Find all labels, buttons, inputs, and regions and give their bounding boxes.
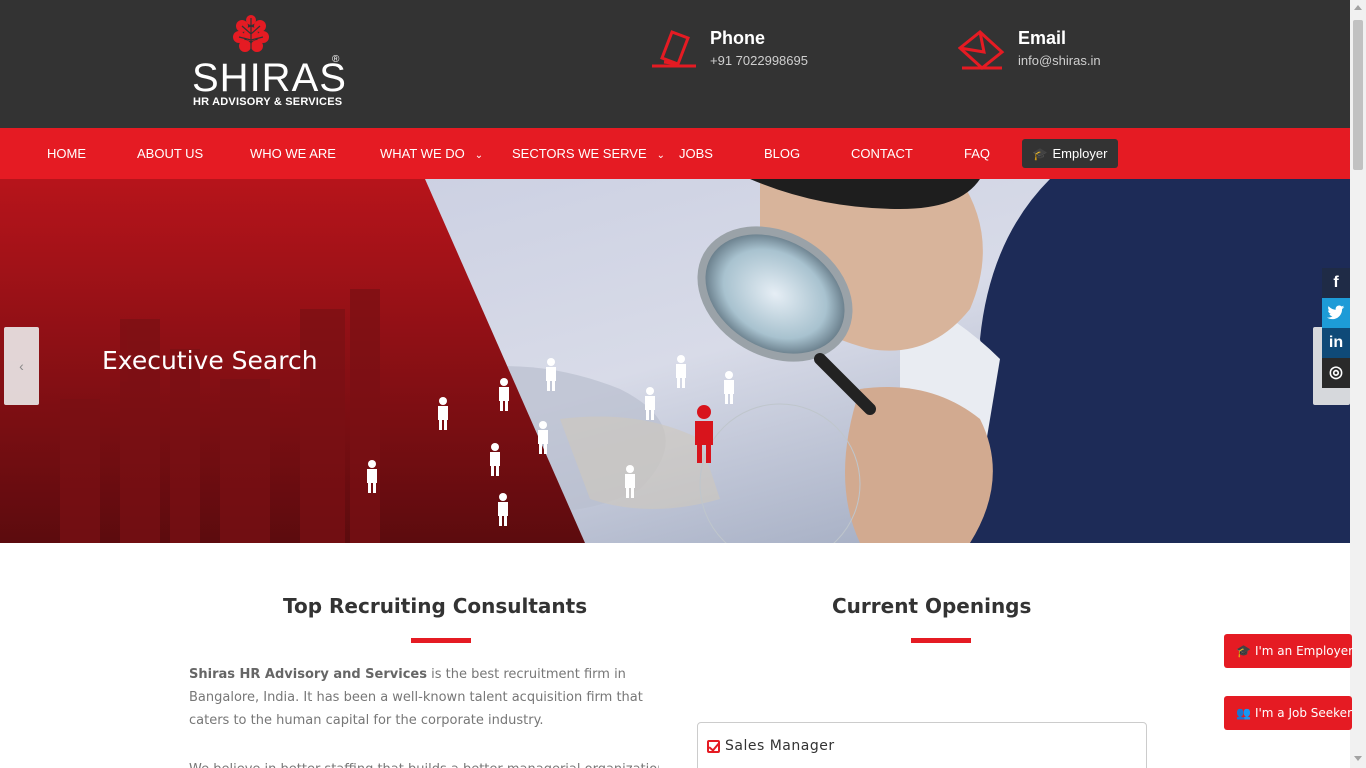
twitter-icon[interactable] <box>1322 298 1350 328</box>
email-title: Email <box>1018 28 1067 48</box>
title-underline <box>911 638 971 643</box>
brain-logo-icon <box>233 15 269 52</box>
graduation-cap-icon: 🎓 <box>1032 147 1048 161</box>
im-a-job-seeker-label: I'm a Job Seeker <box>1254 706 1352 720</box>
intro-paragraph-2: We believe in better staffing that build… <box>189 758 659 768</box>
phone-icon <box>652 30 696 68</box>
phone-number[interactable]: +91 7022998695 <box>710 53 808 68</box>
envelope-icon <box>958 30 1005 70</box>
check-square-icon <box>707 740 720 753</box>
job-opening-card[interactable]: Sales Manager <box>697 722 1147 768</box>
phone-title: Phone <box>710 28 766 48</box>
instagram-icon[interactable]: ◎ <box>1322 358 1350 388</box>
nav-what-we-do[interactable]: WHAT WE DO ⌄ <box>380 128 483 179</box>
section-title-consultants: Top Recruiting Consultants <box>283 594 588 618</box>
hero-caption: Executive Search <box>102 346 318 375</box>
title-underline <box>411 638 471 643</box>
slider-prev-button[interactable]: ‹ <box>4 327 39 405</box>
nav-blog[interactable]: BLOG <box>764 128 800 179</box>
im-a-job-seeker-button[interactable]: 👥 I'm a Job Seeker <box>1224 696 1352 730</box>
twitter-bird-icon <box>1327 305 1345 320</box>
nav-what-we-do-label: WHAT WE DO <box>380 146 465 161</box>
employer-button[interactable]: 🎓 Employer <box>1022 139 1118 168</box>
nav-sectors-label: SECTORS WE SERVE <box>512 146 647 161</box>
scroll-down-icon[interactable] <box>1354 756 1362 761</box>
linkedin-icon[interactable]: in <box>1322 328 1350 358</box>
job-opening-title[interactable]: Sales Manager <box>725 738 835 754</box>
section-title-openings: Current Openings <box>832 594 1032 618</box>
intro-text-3: caters to the human capital for the corp… <box>189 713 544 728</box>
hero-slider: Executive Search <box>0 179 1350 543</box>
chevron-down-icon: ⌄ <box>474 150 484 161</box>
phone-block: Phone +91 7022998695 <box>650 28 870 72</box>
registered-mark: ® <box>332 54 340 65</box>
logo-tagline: HR ADVISORY & SERVICES <box>193 96 343 108</box>
graduation-cap-icon: 🎓 <box>1236 644 1251 658</box>
logo-name: SHIRAS <box>192 56 347 100</box>
facebook-icon[interactable]: f <box>1322 268 1350 298</box>
nav-sectors-we-serve[interactable]: SECTORS WE SERVE ⌄ <box>512 128 665 179</box>
main-nav: HOME ABOUT US WHO WE ARE WHAT WE DO ⌄ SEC… <box>0 128 1350 179</box>
email-block: Email info@shiras.in <box>958 28 1178 72</box>
scroll-up-icon[interactable] <box>1354 5 1362 10</box>
top-header: SHIRAS ® HR ADVISORY & SERVICES Phone +9… <box>0 0 1350 128</box>
nav-faq[interactable]: FAQ <box>964 128 990 179</box>
users-icon: 👥 <box>1236 706 1251 720</box>
employer-button-label: Employer <box>1052 146 1108 161</box>
nav-about-us[interactable]: ABOUT US <box>137 128 203 179</box>
scrollbar-thumb[interactable] <box>1353 20 1363 170</box>
company-name: Shiras HR Advisory and Services <box>189 667 427 682</box>
nav-jobs[interactable]: JOBS <box>679 128 713 179</box>
nav-home[interactable]: HOME <box>47 128 86 179</box>
intro-paragraph: Shiras HR Advisory and Services is the b… <box>189 663 659 732</box>
chevron-down-icon: ⌄ <box>656 150 665 161</box>
logo[interactable]: SHIRAS ® HR ADVISORY & SERVICES <box>192 14 352 114</box>
im-an-employer-button[interactable]: 🎓 I'm an Employer <box>1224 634 1354 668</box>
nav-who-we-are[interactable]: WHO WE ARE <box>250 128 336 179</box>
nav-contact[interactable]: CONTACT <box>851 128 913 179</box>
intro-text-2: Bangalore, India. It has been a well-kno… <box>189 690 643 705</box>
page: SHIRAS ® HR ADVISORY & SERVICES Phone +9… <box>0 0 1366 768</box>
email-address[interactable]: info@shiras.in <box>1018 53 1101 68</box>
intro-text-1: is the best recruitment firm in <box>426 667 626 682</box>
im-an-employer-label: I'm an Employer <box>1254 644 1354 658</box>
